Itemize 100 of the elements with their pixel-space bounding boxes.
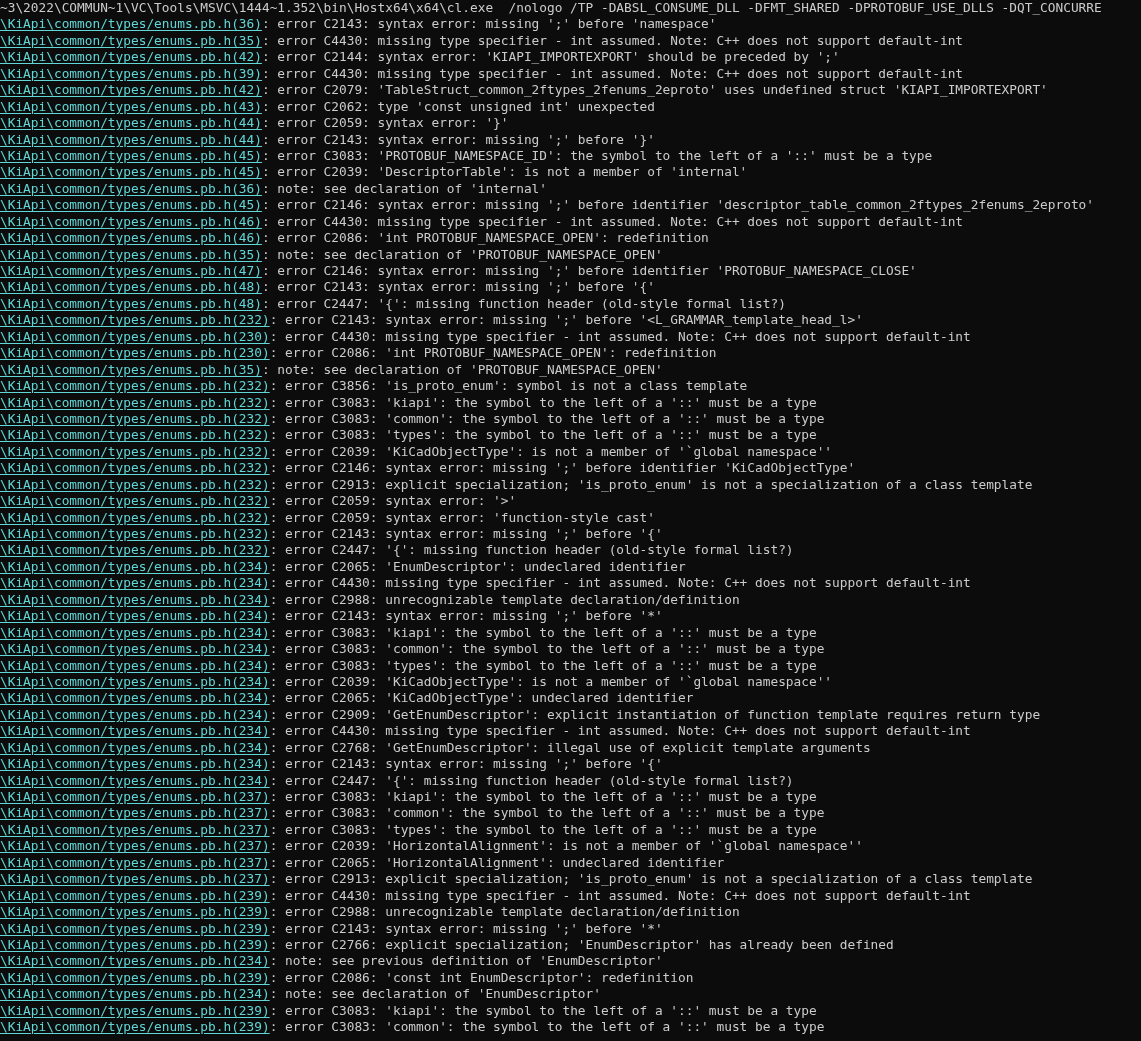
file-link[interactable]: \KiApi\common/types/enums.pb.h(234) bbox=[0, 706, 270, 724]
file-link[interactable]: \KiApi\common/types/enums.pb.h(45) bbox=[0, 164, 262, 181]
diagnostic-message: : note: see declaration of 'PROTOBUF_NAMESPACE_OPEN' bbox=[261, 361, 663, 379]
file-link[interactable]: \KiApi\common/types/enums.pb.h(48) bbox=[0, 295, 262, 313]
diagnostic-message: : error C4430: missing type specifier - int assumed. Note: C++ does not support default-int bbox=[269, 723, 971, 740]
diagnostic-message: : error C2065: 'KiCadObjectType': undeclared identifier bbox=[269, 690, 694, 707]
diagnostic-message: : error C2143: syntax error: missing ';' before '*' bbox=[269, 920, 663, 937]
file-link[interactable]: \KiApi\common/types/enums.pb.h(35) bbox=[0, 361, 262, 379]
file-link[interactable]: \KiApi\common/types/enums.pb.h(232) bbox=[0, 394, 270, 411]
diagnostic-message: : error C4430: missing type specifier - int assumed. Note: C++ does not support default-int bbox=[269, 328, 971, 346]
file-link[interactable]: \KiApi\common/types/enums.pb.h(232) bbox=[0, 476, 270, 494]
diagnostic-message: : error C2039: 'KiCadObjectType': is not a member of '`global namespace'' bbox=[269, 443, 833, 461]
file-link[interactable]: \KiApi\common/types/enums.pb.h(46) bbox=[0, 213, 262, 231]
file-link[interactable]: \KiApi\common/types/enums.pb.h(239) bbox=[0, 1002, 270, 1020]
file-link[interactable]: \KiApi\common/types/enums.pb.h(234) bbox=[0, 591, 270, 609]
diagnostic-message: : error C2768: 'GetEnumDescriptor': illegal use of explicit template arguments bbox=[269, 739, 871, 757]
file-link[interactable]: \KiApi\common/types/enums.pb.h(237) bbox=[0, 805, 270, 822]
diagnostic-message: : error C2988: unrecognizable template declaration/definition bbox=[269, 591, 740, 609]
file-link[interactable]: \KiApi\common/types/enums.pb.h(234) bbox=[0, 756, 270, 773]
file-link[interactable]: \KiApi\common/types/enums.pb.h(234) bbox=[0, 673, 270, 691]
file-link[interactable]: \KiApi\common/types/enums.pb.h(232) bbox=[0, 410, 270, 428]
file-link[interactable]: \KiApi\common/types/enums.pb.h(232) bbox=[0, 542, 270, 559]
file-link[interactable]: \KiApi\common/types/enums.pb.h(232) bbox=[0, 378, 270, 395]
file-link[interactable]: \KiApi\common/types/enums.pb.h(35) bbox=[0, 246, 262, 263]
diagnostic-message: : error C3083: 'types': the symbol to the left of a '::' must be a type bbox=[269, 657, 817, 674]
diagnostic-message: : error C2146: syntax error: missing ';' before identifier 'descriptor_table_common_2ftypes_2fenums_2eproto' bbox=[261, 197, 1095, 214]
file-link[interactable]: \KiApi\common/types/enums.pb.h(232) bbox=[0, 427, 270, 444]
file-link[interactable]: \KiApi\common/types/enums.pb.h(48) bbox=[0, 279, 262, 296]
diagnostic-message: : error C3083: 'common': the symbol to the left of a '::' must be a type bbox=[269, 641, 825, 658]
file-link[interactable]: \KiApi\common/types/enums.pb.h(232) bbox=[0, 526, 270, 543]
file-link[interactable]: \KiApi\common/types/enums.pb.h(234) bbox=[0, 772, 270, 789]
diagnostic-message: : error C3083: 'common': the symbol to the left of a '::' must be a type bbox=[269, 805, 825, 822]
file-link[interactable]: \KiApi\common/types/enums.pb.h(234) bbox=[0, 986, 270, 1003]
file-link[interactable]: \KiApi\common/types/enums.pb.h(44) bbox=[0, 115, 262, 132]
diagnostic-message: : error C3083: 'types': the symbol to the left of a '::' must be a type bbox=[269, 427, 817, 444]
file-link[interactable]: \KiApi\common/types/enums.pb.h(47) bbox=[0, 263, 262, 280]
file-link[interactable]: \KiApi\common/types/enums.pb.h(239) bbox=[0, 1019, 270, 1036]
file-link[interactable]: \KiApi\common/types/enums.pb.h(234) bbox=[0, 953, 270, 970]
diagnostic-message: : error C2766: explicit specialization; 'EnumDescriptor' has already been defined bbox=[269, 936, 894, 954]
file-link[interactable]: \KiApi\common/types/enums.pb.h(35) bbox=[0, 32, 262, 50]
diagnostic-message: : error C2447: '{': missing function header (old-style formal list?) bbox=[269, 542, 794, 559]
file-link[interactable]: \KiApi\common/types/enums.pb.h(237) bbox=[0, 789, 270, 806]
file-link[interactable]: \KiApi\common/types/enums.pb.h(234) bbox=[0, 739, 270, 757]
diagnostic-message: : error C3083: 'types': the symbol to the left of a '::' must be a type bbox=[269, 821, 817, 839]
file-link[interactable]: \KiApi\common/types/enums.pb.h(234) bbox=[0, 723, 270, 740]
file-link[interactable]: \KiApi\common/types/enums.pb.h(237) bbox=[0, 871, 270, 888]
diagnostic-message: : error C2913: explicit specialization; 'is_proto_enum' is not a specialization of a class template bbox=[269, 476, 1033, 494]
diagnostic-message: : error C4430: missing type specifier - int assumed. Note: C++ does not support default-int bbox=[269, 575, 971, 592]
diagnostic-message: : note: see declaration of 'PROTOBUF_NAMESPACE_OPEN' bbox=[261, 246, 663, 263]
file-link[interactable]: \KiApi\common/types/enums.pb.h(43) bbox=[0, 98, 262, 116]
file-link[interactable]: \KiApi\common/types/enums.pb.h(234) bbox=[0, 657, 270, 674]
file-link[interactable]: \KiApi\common/types/enums.pb.h(46) bbox=[0, 230, 262, 247]
file-link[interactable]: \KiApi\common/types/enums.pb.h(230) bbox=[0, 345, 270, 362]
file-link[interactable]: \KiApi\common/types/enums.pb.h(42) bbox=[0, 49, 262, 66]
file-link[interactable]: \KiApi\common/types/enums.pb.h(44) bbox=[0, 131, 262, 148]
diagnostic-message: : error C2059: syntax error: '}' bbox=[261, 115, 509, 132]
file-link[interactable]: \KiApi\common/types/enums.pb.h(234) bbox=[0, 608, 270, 625]
file-link[interactable]: \KiApi\common/types/enums.pb.h(232) bbox=[0, 443, 270, 461]
diagnostic-message: : error C2086: 'int PROTOBUF_NAMESPACE_OPEN': redefinition bbox=[269, 345, 717, 362]
diagnostic-message: : error C2059: syntax error: '>' bbox=[269, 493, 517, 510]
file-link[interactable]: \KiApi\common/types/enums.pb.h(239) bbox=[0, 887, 270, 905]
diagnostic-message: : note: see previous definition of 'EnumDescriptor' bbox=[269, 953, 663, 970]
diagnostic-message: : note: see declaration of 'internal' bbox=[261, 180, 547, 198]
file-link[interactable]: \KiApi\common/types/enums.pb.h(234) bbox=[0, 575, 270, 592]
file-link[interactable]: \KiApi\common/types/enums.pb.h(45) bbox=[0, 197, 262, 214]
file-link[interactable]: \KiApi\common/types/enums.pb.h(234) bbox=[0, 624, 270, 642]
file-link[interactable]: \KiApi\common/types/enums.pb.h(239) bbox=[0, 936, 270, 954]
file-link[interactable]: \KiApi\common/types/enums.pb.h(232) bbox=[0, 509, 270, 526]
file-link[interactable]: \KiApi\common/types/enums.pb.h(39) bbox=[0, 65, 262, 83]
file-link[interactable]: \KiApi\common/types/enums.pb.h(234) bbox=[0, 641, 270, 658]
file-link[interactable]: \KiApi\common/types/enums.pb.h(239) bbox=[0, 969, 270, 987]
file-link[interactable]: \KiApi\common/types/enums.pb.h(36) bbox=[0, 16, 262, 33]
diagnostic-message: : error C3083: 'kiapi': the symbol to the left of a '::' must be a type bbox=[269, 624, 817, 642]
diagnostic-message: : error C4430: missing type specifier - int assumed. Note: C++ does not support default-int bbox=[261, 32, 964, 50]
diagnostic-message: : error C2988: unrecognizable template declaration/definition bbox=[269, 904, 740, 921]
file-link[interactable]: \KiApi\common/types/enums.pb.h(230) bbox=[0, 328, 270, 346]
diagnostic-message: : error C2039: 'DescriptorTable': is not a member of 'internal' bbox=[261, 164, 748, 181]
diagnostic-message: : error C2447: '{': missing function header (old-style formal list?) bbox=[261, 295, 786, 313]
file-link[interactable]: \KiApi\common/types/enums.pb.h(45) bbox=[0, 147, 262, 165]
diagnostic-message: : error C3083: 'PROTOBUF_NAMESPACE_ID': the symbol to the left of a '::' must be a type bbox=[261, 147, 933, 165]
file-link[interactable]: \KiApi\common/types/enums.pb.h(237) bbox=[0, 821, 270, 839]
file-link[interactable]: \KiApi\common/types/enums.pb.h(232) bbox=[0, 493, 270, 510]
file-link[interactable]: \KiApi\common/types/enums.pb.h(239) bbox=[0, 904, 270, 921]
command-line: ~3\2022\COMMUN~1\VC\Tools\MSVC\1444~1.352\bin\Hostx64\x64\cl.exe /nologo /TP -DABSL_CONSUME_DLL -DFMT_SHARED -DPROTOBUF_USE_DLLS -DQT_CONCURRE bbox=[0, 0, 1102, 17]
file-link[interactable]: \KiApi\common/types/enums.pb.h(232) bbox=[0, 312, 270, 329]
file-link[interactable]: \KiApi\common/types/enums.pb.h(234) bbox=[0, 690, 270, 707]
file-link[interactable]: \KiApi\common/types/enums.pb.h(239) bbox=[0, 920, 270, 937]
file-link[interactable]: \KiApi\common/types/enums.pb.h(232) bbox=[0, 460, 270, 477]
diagnostic-message: : error C2447: '{': missing function header (old-style formal list?) bbox=[269, 772, 794, 789]
diagnostic-message: : error C2146: syntax error: missing ';' before identifier 'PROTOBUF_NAMESPACE_CLOSE' bbox=[261, 263, 917, 280]
diagnostic-message: : error C3083: 'kiapi': the symbol to the left of a '::' must be a type bbox=[269, 789, 817, 806]
diagnostic-message: : error C2065: 'EnumDescriptor': undeclared identifier bbox=[269, 558, 686, 576]
file-link[interactable]: \KiApi\common/types/enums.pb.h(237) bbox=[0, 854, 270, 872]
file-link[interactable]: \KiApi\common/types/enums.pb.h(237) bbox=[0, 838, 270, 855]
diagnostic-message: : error C2143: syntax error: missing ';' before '<L_GRAMMAR_template_head_l>' bbox=[269, 312, 863, 329]
file-link[interactable]: \KiApi\common/types/enums.pb.h(42) bbox=[0, 82, 262, 99]
file-link[interactable]: \KiApi\common/types/enums.pb.h(234) bbox=[0, 558, 270, 576]
file-link[interactable]: \KiApi\common/types/enums.pb.h(36) bbox=[0, 180, 262, 198]
diagnostic-message: : error C2143: syntax error: missing ';' before 'namespace' bbox=[261, 16, 717, 33]
diagnostic-message: : error C2062: type 'const unsigned int' unexpected bbox=[261, 98, 655, 116]
